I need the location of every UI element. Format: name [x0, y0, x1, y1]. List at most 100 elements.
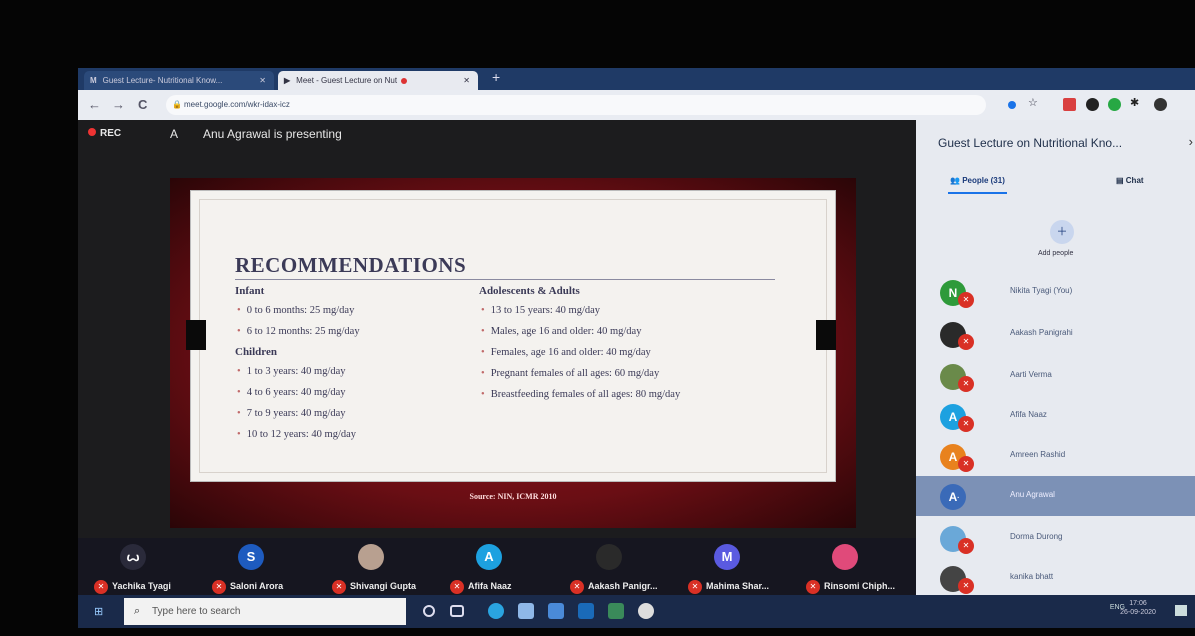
mail-icon[interactable] [578, 603, 594, 619]
chrome-icon[interactable] [608, 603, 624, 619]
stage-header: REC A Anu Agrawal is presenting [78, 120, 916, 148]
slide-frame: RECOMMENDATIONS Infant 0 to 6 months: 25… [170, 178, 856, 528]
clock-date: 26-09-2020 [1120, 609, 1156, 616]
lock-icon: 🔒 [172, 100, 182, 109]
presentation-stage: REC A Anu Agrawal is presenting RECOMMEN… [78, 120, 916, 538]
mic-off-icon: ✕ [958, 376, 974, 392]
store-icon[interactable] [548, 603, 564, 619]
participant-row[interactable]: ✕ kanika bhatt [916, 558, 1195, 595]
notification-icon[interactable] [1175, 605, 1187, 616]
participant-name: Amreen Rashid [1010, 450, 1066, 459]
extension-icon[interactable] [1108, 98, 1121, 111]
participant-tile[interactable]: ꙍ ✕ Yachika Tyagi [84, 538, 196, 602]
mic-off-icon: ✕ [688, 580, 702, 594]
close-tab-icon[interactable]: ✕ [463, 71, 470, 90]
mic-off-icon: ✕ [212, 580, 226, 594]
avatar [596, 544, 622, 570]
participant-row[interactable]: ✕ Dorma Durong [916, 518, 1195, 558]
cortana-icon[interactable] [423, 605, 435, 617]
participant-name: Mahima Shar... [706, 581, 770, 591]
extension-icon[interactable] [1086, 98, 1099, 111]
clock[interactable]: 17:06 26-09-2020 [1115, 599, 1161, 617]
search-icon: ⌕ [134, 605, 141, 617]
participant-tile[interactable]: S ✕ Saloni Arora [202, 538, 314, 602]
participant-tile[interactable]: ✕ Shivangi Gupta [322, 538, 434, 602]
url-field[interactable]: 🔒 meet.google.com/wkr-idax-icz [166, 95, 986, 115]
url-text: meet.google.com/wkr-idax-icz [184, 100, 290, 109]
more-options-icon[interactable]: … [950, 490, 960, 501]
reload-button[interactable]: C [138, 97, 147, 112]
mic-off-icon: ✕ [958, 292, 974, 308]
presenter-initial: A [170, 127, 179, 141]
recording-indicator: REC [88, 128, 121, 139]
participant-row[interactable]: N ✕ Nikita Tyagi (You) [916, 272, 1195, 312]
recording-dot-icon [401, 77, 408, 84]
avatar: ꙍ [120, 544, 146, 570]
app-icon[interactable] [638, 603, 654, 619]
slide-bullet: 1 to 3 years: 40 mg/day [235, 365, 465, 378]
profile-avatar[interactable] [1154, 98, 1167, 111]
avatar [358, 544, 384, 570]
participant-row[interactable]: ✕ Aakash Panigrahi [916, 314, 1195, 354]
section-heading: Infant [235, 285, 265, 297]
presenting-status: Anu Agrawal is presenting [203, 127, 342, 141]
screen: M Guest Lecture- Nutritional Know... ✕ ▶ M… [78, 68, 1195, 628]
slide-edge-marker [186, 320, 206, 350]
participant-name: Nikita Tyagi (You) [1010, 286, 1073, 295]
extension-icon[interactable] [1063, 98, 1076, 111]
slide-title: RECOMMENDATIONS [235, 253, 467, 277]
slide-bullet: Males, age 16 and older: 40 mg/day [479, 325, 799, 338]
slide-source: Source: NIN, ICMR 2010 [469, 492, 557, 501]
tab-people-label: People (31) [962, 176, 1005, 185]
mic-off-icon: ✕ [332, 580, 346, 594]
participant-tile[interactable]: ✕ Rinsomi Chiph... [796, 538, 908, 602]
add-person-icon: ＋ [1056, 226, 1068, 238]
puzzle-icon[interactable]: ✱ [1130, 96, 1143, 109]
participant-tile[interactable]: ✕ Aakash Panigr... [560, 538, 672, 602]
windows-start-icon[interactable]: ⊞ [94, 605, 106, 618]
participant-name: Dorma Durong [1010, 532, 1063, 541]
chat-icon: ▤ [1116, 176, 1126, 185]
meeting-title: Guest Lecture on Nutritional Kno... [938, 136, 1123, 150]
new-tab-button[interactable]: + [492, 69, 500, 85]
slide-bullet: 13 to 15 years: 40 mg/day [479, 304, 799, 317]
close-tab-icon[interactable]: ✕ [259, 71, 266, 90]
participant-name: Yachika Tyagi [112, 581, 171, 591]
participant-row[interactable]: A ✕ Afifa Naaz [916, 396, 1195, 436]
avatar: S [238, 544, 264, 570]
tab-meet[interactable]: ▶ Meet - Guest Lecture on Nut ✕ [278, 71, 478, 90]
tab-chat[interactable]: ▤ Chat [1116, 176, 1144, 185]
slide-bullet: 7 to 9 years: 40 mg/day [235, 407, 465, 420]
participant-tile[interactable]: M ✕ Mahima Shar... [678, 538, 790, 602]
participant-tile[interactable]: A ✕ Afifa Naaz [440, 538, 552, 602]
participant-name: Anu Agrawal [1010, 490, 1055, 499]
people-panel: Guest Lecture on Nutritional Kno... › 👥 … [916, 120, 1195, 595]
tab-people[interactable]: 👥 People (31) [948, 176, 1007, 194]
participant-row-presenter[interactable]: A … Anu Agrawal [916, 476, 1195, 516]
add-people-button[interactable]: ＋ [1050, 220, 1074, 244]
system-tray: 17:06 26-09-2020 [1007, 599, 1167, 623]
camera-icon[interactable] [1008, 101, 1016, 109]
tab-gmail[interactable]: M Guest Lecture- Nutritional Know... ✕ [84, 71, 274, 90]
taskbar-search[interactable]: ⌕ Type here to search [124, 598, 406, 625]
participant-name: Saloni Arora [230, 581, 284, 591]
forward-button[interactable]: → [112, 97, 125, 112]
edge-icon[interactable] [488, 603, 504, 619]
back-button[interactable]: ← [88, 97, 101, 112]
participant-strip: ꙍ ✕ Yachika Tyagi S ✕ Saloni Arora ✕ Shi… [78, 538, 916, 602]
participant-name: Rinsomi Chiph... [824, 581, 895, 591]
avatar [832, 544, 858, 570]
slide-edge-marker [816, 320, 836, 350]
slide-bullet: 6 to 12 months: 25 mg/day [235, 325, 465, 338]
mic-off-icon: ✕ [94, 580, 108, 594]
mic-off-icon: ✕ [450, 580, 464, 594]
participant-row[interactable]: A ✕ Amreen Rashid [916, 436, 1195, 476]
taskbar-search-placeholder: Type here to search [152, 606, 241, 617]
star-icon[interactable]: ☆ [1028, 96, 1041, 109]
close-panel-button[interactable]: › [1189, 134, 1193, 149]
task-view-icon[interactable] [450, 605, 464, 617]
file-explorer-icon[interactable] [518, 603, 534, 619]
clock-time: 17:06 [1129, 600, 1147, 607]
gmail-icon: M [90, 76, 97, 85]
participant-row[interactable]: ✕ Aarti Verma [916, 356, 1195, 396]
